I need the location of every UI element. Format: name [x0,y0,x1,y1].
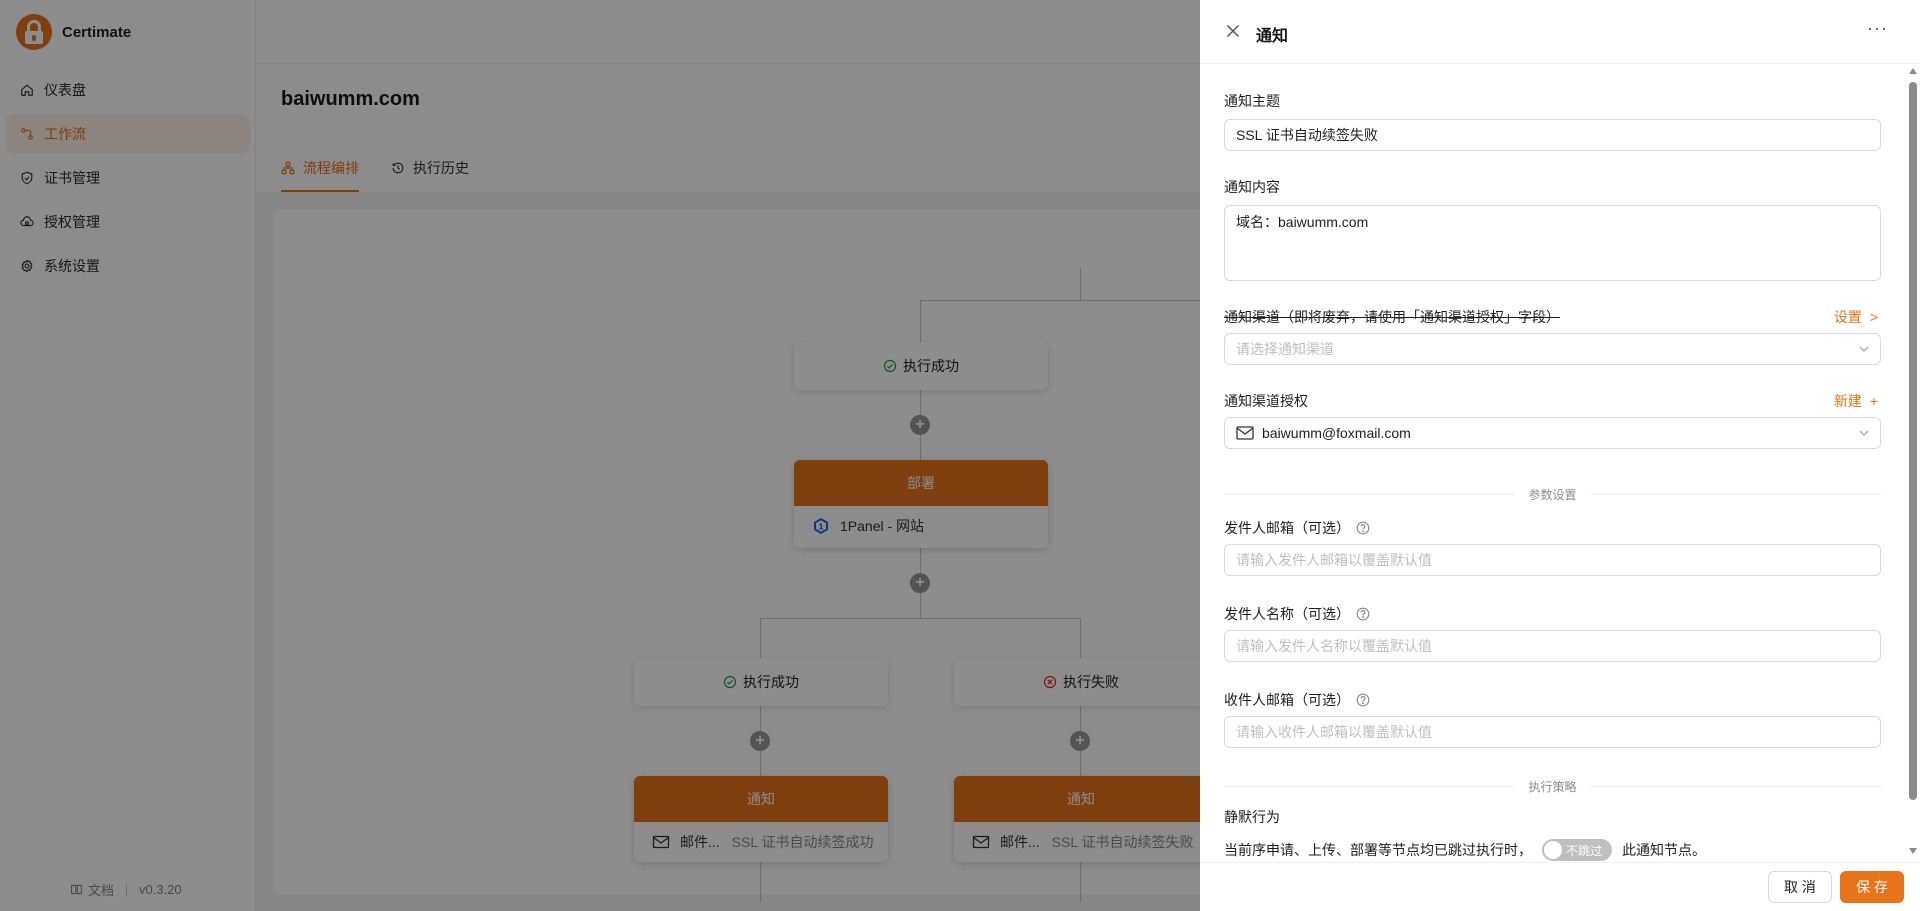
sender-name-input[interactable]: 请输入发件人名称以覆盖默认值 [1224,630,1881,662]
receiver-email-input[interactable]: 请输入收件人邮箱以覆盖默认值 [1224,716,1881,748]
access-select[interactable]: baiwumm@foxmail.com [1224,417,1881,449]
channel-placeholder: 请选择通知渠道 [1236,341,1334,357]
question-circle-icon[interactable] [1356,521,1370,535]
receiver-email-placeholder: 请输入收件人邮箱以覆盖默认值 [1236,724,1432,740]
save-button[interactable]: 保 存 [1840,871,1904,903]
drawer-footer: 取 消 保 存 [1200,862,1920,911]
content-value: 域名：baiwumm.com [1236,214,1369,230]
silent-prefix: 当前序申请、上传、部署等节点均已跳过执行时， [1224,842,1532,858]
notify-drawer: 通知 ··· 通知主题 SSL 证书自动续签失败 通知内容 域名：baiwumm… [1200,0,1920,911]
drawer-header: 通知 ··· [1200,0,1920,64]
params-divider-text: 参数设置 [1528,487,1577,502]
subject-value: SSL 证书自动续签失败 [1236,127,1378,143]
receiver-email-label: 收件人邮箱（可选） [1224,690,1370,710]
content-textarea[interactable]: 域名：baiwumm.com [1224,205,1881,281]
toggle-knob [1544,841,1562,859]
question-circle-icon[interactable] [1356,607,1370,621]
strategy-divider: 执行策略 [1224,776,1881,796]
scroll-down-icon[interactable] [1909,848,1917,854]
sender-email-label: 发件人邮箱（可选） [1224,518,1370,538]
content-label: 通知内容 [1224,179,1280,195]
modal-mask[interactable] [0,0,1200,911]
skip-toggle[interactable]: 不跳过 [1542,839,1612,861]
access-label: 通知渠道授权 [1224,393,1308,409]
silent-suffix: 此通知节点。 [1622,842,1706,858]
sender-email-input[interactable]: 请输入发件人邮箱以覆盖默认值 [1224,544,1881,576]
drawer-body: 通知主题 SSL 证书自动续签失败 通知内容 域名：baiwumm.com 通知… [1200,64,1920,862]
ellipsis-icon[interactable]: ··· [1867,18,1888,39]
silent-label: 静默行为 [1224,809,1280,825]
question-circle-icon[interactable] [1356,693,1370,707]
channel-action-label: 设置 [1833,309,1862,325]
mail-icon [1236,426,1254,440]
scroll-thumb[interactable] [1909,82,1917,800]
chevron-down-icon [1859,430,1869,436]
access-action-label: 新建 [1833,393,1862,409]
sender-email-placeholder: 请输入发件人邮箱以覆盖默认值 [1236,552,1432,568]
scroll-up-icon[interactable] [1909,68,1917,74]
sender-name-label-text: 发件人名称（可选） [1224,606,1350,622]
plus-icon: + [1869,393,1878,409]
sender-name-label: 发件人名称（可选） [1224,604,1370,624]
receiver-email-label-text: 收件人邮箱（可选） [1224,692,1350,708]
sender-name-placeholder: 请输入发件人名称以覆盖默认值 [1236,638,1432,654]
chevron-down-icon [1859,346,1869,352]
subject-label: 通知主题 [1224,93,1280,109]
drawer-scrollbar[interactable] [1908,68,1918,858]
drawer-title: 通知 [1256,28,1289,45]
strategy-divider-text: 执行策略 [1528,779,1577,794]
params-divider: 参数设置 [1224,484,1881,504]
chevron-right-icon: > [1869,309,1878,325]
access-value: baiwumm@foxmail.com [1262,425,1411,441]
sender-email-label-text: 发件人邮箱（可选） [1224,520,1350,536]
close-icon[interactable] [1224,22,1242,40]
channel-label: 通知渠道（即将废弃，请使用「通知渠道授权」字段） [1224,309,1560,325]
silent-row: 当前序申请、上传、部署等节点均已跳过执行时， 不跳过 此通知节点。 [1224,839,1706,861]
cancel-button[interactable]: 取 消 [1768,871,1832,903]
toggle-text: 不跳过 [1566,844,1603,858]
subject-input[interactable]: SSL 证书自动续签失败 [1224,119,1881,151]
access-new-link[interactable]: 新建 + [1834,391,1878,411]
channel-select[interactable]: 请选择通知渠道 [1224,333,1881,365]
channel-settings-link[interactable]: 设置 > [1834,307,1878,327]
